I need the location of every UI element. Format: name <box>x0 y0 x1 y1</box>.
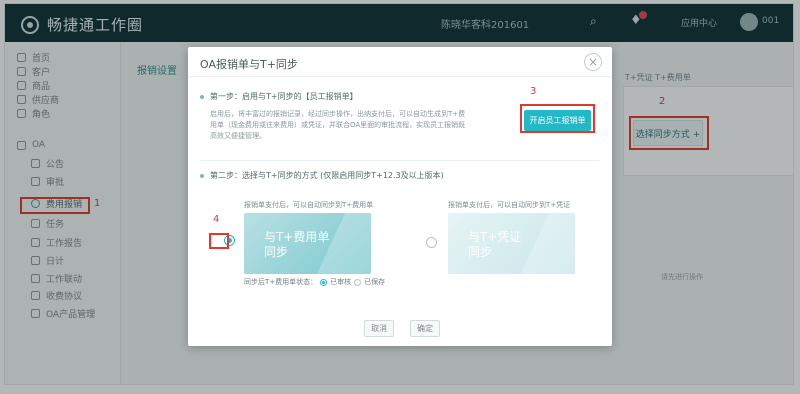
cancel-button[interactable]: 取消 <box>364 320 394 337</box>
option2-caption: 报销单支付后，可以自动同步到T+凭证 <box>448 201 571 209</box>
step1-description: 启用后，将丰富过的报销记录，经过同步操作，出纳支付后，可以自动生成到T+费用单（… <box>210 110 466 140</box>
step2-title: 第二步：选择与T+同步的方式 (仅限启用同步T+12.3及以上版本) <box>200 170 444 181</box>
confirm-button[interactable]: 确定 <box>410 320 440 337</box>
card-decoration <box>520 213 575 274</box>
modal-header: OA报销单与T+同步 × <box>188 47 612 77</box>
option2-label: 与T+凭证 同步 <box>468 230 522 259</box>
close-icon[interactable]: × <box>584 53 602 71</box>
annotation-box-4 <box>209 233 229 249</box>
sync-status-row: 同步后T+费用单状态： 已审核 已保存 <box>244 278 386 286</box>
divider <box>200 160 600 161</box>
bullet-icon <box>200 94 204 99</box>
status-audited-radio[interactable] <box>320 278 328 286</box>
status-saved-radio[interactable] <box>354 278 362 286</box>
sync-expense-card[interactable]: 与T+费用单 同步 <box>244 213 371 274</box>
option1-label: 与T+费用单 同步 <box>264 230 330 259</box>
bullet-icon <box>200 173 204 178</box>
annotation-number-4: 4 <box>213 214 220 225</box>
option2-radio[interactable] <box>426 237 437 248</box>
sync-modal: OA报销单与T+同步 × 第一步：启用与T+同步的【员工报销单】 启用后，将丰富… <box>188 47 612 346</box>
annotation-number-3: 3 <box>530 86 537 97</box>
annotation-box-3 <box>520 104 595 133</box>
sync-voucher-card[interactable]: 与T+凭证 同步 <box>448 213 575 274</box>
option1-caption: 报销单支付后，可以自动同步到T+费用单 <box>244 201 374 209</box>
step1-title: 第一步：启用与T+同步的【员工报销单】 <box>200 91 358 102</box>
modal-title: OA报销单与T+同步 <box>200 58 298 71</box>
